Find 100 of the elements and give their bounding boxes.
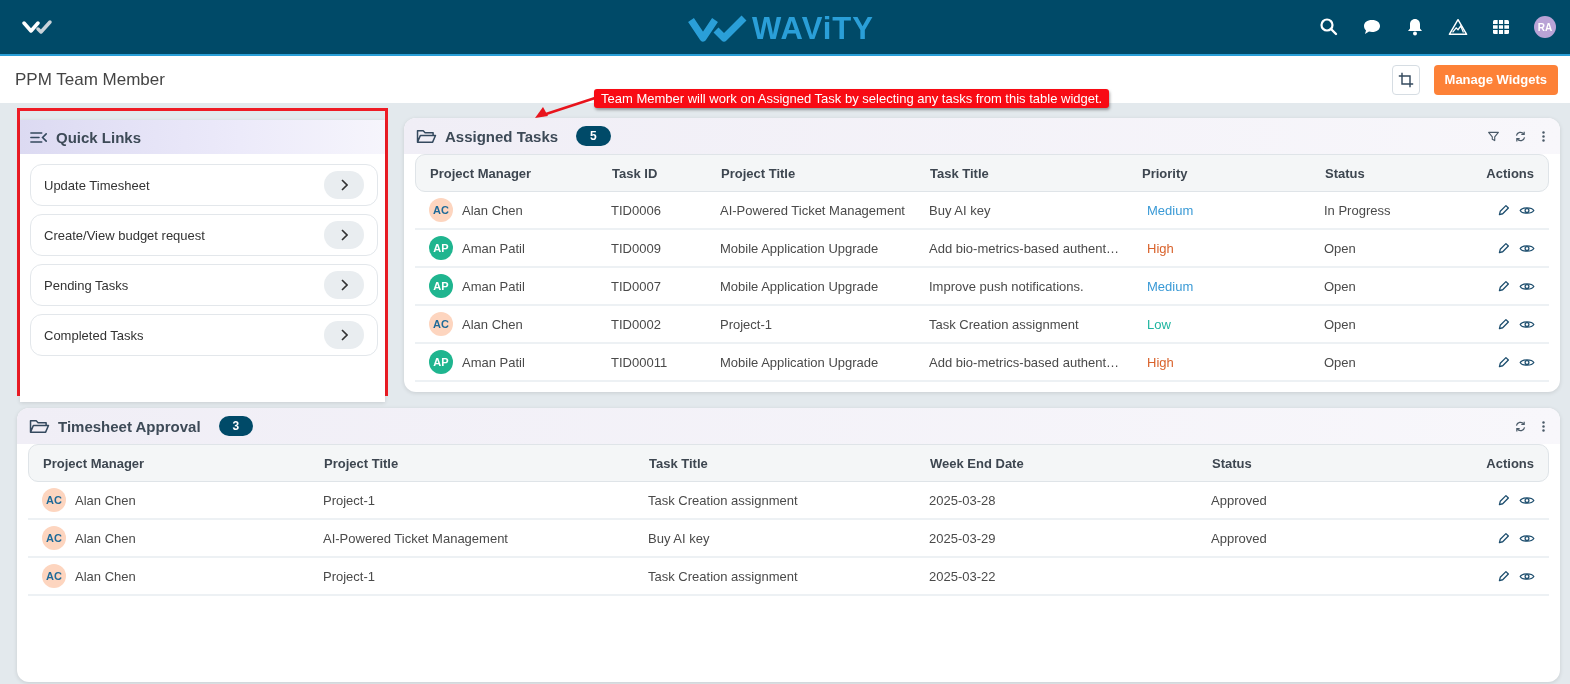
column-header: Status	[1212, 455, 1253, 471]
widget-title: Quick Links	[56, 128, 142, 146]
table-row[interactable]: AP Aman Patil TID0007 Mobile Application Upgrade Improve push notifications. Medium Open	[415, 268, 1549, 306]
table-row[interactable]: AC Alan Chen Project-1 Task Creation assignment 2025-03-22	[28, 558, 1549, 596]
pencil-icon[interactable]	[1497, 241, 1510, 255]
avatar: AC	[429, 312, 453, 336]
status: Open	[1324, 278, 1357, 294]
chevron-right-icon	[340, 279, 348, 291]
avatar: AC	[42, 526, 66, 550]
manager-name: Aman Patil	[462, 240, 525, 256]
menu-collapse-icon[interactable]	[30, 129, 48, 145]
avatar: AP	[429, 350, 453, 374]
table-row[interactable]: AP Aman Patil TID0009 Mobile Application Upgrade Add bio-metrics-based authent… High Open	[415, 230, 1549, 268]
grid-icon[interactable]	[1491, 17, 1511, 37]
search-icon[interactable]	[1319, 17, 1339, 37]
task-title: Task Creation assignment	[648, 568, 799, 584]
avatar: AP	[429, 236, 453, 260]
column-header: Actions	[1485, 165, 1534, 181]
more-options-icon[interactable]	[1541, 419, 1546, 433]
quick-link-item[interactable]: Update Timesheet	[30, 164, 378, 206]
priority-label: Low	[1146, 316, 1172, 332]
status: Approved	[1211, 492, 1268, 508]
avatar: AC	[42, 488, 66, 512]
quick-link-label: Pending Tasks	[44, 277, 129, 293]
column-header: Task Title	[930, 165, 990, 181]
chevron-button[interactable]	[324, 321, 364, 349]
task-title: Buy AI key	[648, 530, 711, 546]
priority-label: Medium	[1146, 278, 1195, 294]
column-header: Week End Date	[930, 455, 1025, 471]
column-header: Project Title	[324, 455, 400, 471]
task-title: Buy AI key	[929, 202, 992, 218]
table-row[interactable]: AC Alan Chen AI-Powered Ticket Management Buy AI key 2025-03-29 Approved	[28, 520, 1549, 558]
table-row[interactable]: AC Alan Chen TID0002 Project-1 Task Creation assignment Low Open	[415, 306, 1549, 344]
chevron-button[interactable]	[324, 221, 364, 249]
bell-icon[interactable]	[1405, 17, 1425, 37]
checkmarks-logo-icon	[688, 14, 748, 44]
week-end-date: 2025-03-22	[929, 568, 997, 584]
task-id: TID00011	[611, 354, 669, 370]
manager-name: Alan Chen	[75, 568, 136, 584]
task-title: Task Creation assignment	[648, 492, 799, 508]
priority-label: High	[1146, 240, 1175, 256]
chevron-button[interactable]	[324, 271, 364, 299]
pencil-icon[interactable]	[1497, 317, 1510, 331]
priority-label: High	[1146, 354, 1175, 370]
status: Open	[1324, 316, 1357, 332]
project-title: Mobile Application Upgrade	[720, 278, 880, 294]
quick-link-item[interactable]: Create/View budget request	[30, 214, 378, 256]
chevron-right-icon	[340, 179, 348, 191]
column-header: Actions	[1485, 455, 1534, 471]
pencil-icon[interactable]	[1497, 203, 1510, 217]
status: In Progress	[1324, 202, 1392, 218]
annotation-arrow	[533, 95, 597, 121]
task-id: TID0009	[611, 240, 662, 256]
project-title: Mobile Application Upgrade	[720, 240, 880, 256]
folder-icon	[29, 417, 50, 435]
quick-link-item[interactable]: Pending Tasks	[30, 264, 378, 306]
table-row[interactable]: AC Alan Chen Project-1 Task Creation assignment 2025-03-28 Approved	[28, 482, 1549, 520]
quick-link-label: Update Timesheet	[44, 177, 150, 193]
filter-icon[interactable]	[1487, 129, 1500, 143]
widget-title: Timesheet Approval	[58, 417, 201, 435]
refresh-icon[interactable]	[1514, 129, 1527, 143]
task-title: Improve push notifications.	[929, 278, 1085, 294]
project-title: Project-1	[323, 568, 377, 584]
priority-label: Medium	[1146, 202, 1195, 218]
column-header: Project Title	[721, 165, 797, 181]
pencil-icon[interactable]	[1497, 569, 1510, 583]
task-title: Add bio-metrics-based authent…	[929, 354, 1121, 370]
week-end-date: 2025-03-28	[929, 492, 997, 508]
manager-name: Alan Chen	[75, 492, 136, 508]
column-header: Priority	[1142, 165, 1189, 181]
avatar: AC	[42, 564, 66, 588]
task-title: Task Creation assignment	[929, 316, 1080, 332]
avatar: AC	[429, 198, 453, 222]
status: Open	[1324, 354, 1357, 370]
pencil-icon[interactable]	[1497, 493, 1510, 507]
manager-name: Aman Patil	[462, 278, 525, 294]
project-title: AI-Powered Ticket Management	[720, 202, 906, 218]
manager-name: Alan Chen	[462, 202, 523, 218]
manager-name: Alan Chen	[462, 316, 523, 332]
pencil-icon[interactable]	[1497, 355, 1510, 369]
widget-title: Assigned Tasks	[445, 127, 559, 145]
mountain-triangle-icon[interactable]	[1448, 17, 1468, 37]
column-header: Project Manager	[430, 165, 533, 181]
folder-icon	[416, 127, 437, 145]
crop-button[interactable]	[1391, 64, 1420, 95]
quick-link-item[interactable]: Completed Tasks	[30, 314, 378, 356]
task-id: TID0007	[611, 278, 662, 294]
week-end-date: 2025-03-29	[929, 530, 997, 546]
refresh-icon[interactable]	[1514, 419, 1527, 433]
pencil-icon[interactable]	[1497, 531, 1510, 545]
project-title: Mobile Application Upgrade	[720, 354, 880, 370]
column-header: Status	[1325, 165, 1366, 181]
table-row[interactable]: AP Aman Patil TID00011 Mobile Application Upgrade Add bio-metrics-based authent… High Open	[415, 344, 1549, 382]
chat-bubble-icon[interactable]	[1362, 17, 1382, 37]
pencil-icon[interactable]	[1497, 279, 1510, 293]
chevron-button[interactable]	[324, 171, 364, 199]
logo-text: WAViTY	[752, 11, 874, 47]
table-row[interactable]: AC Alan Chen TID0006 AI-Powered Ticket Management Buy AI key Medium In Progress	[415, 192, 1549, 230]
crop-icon	[1397, 71, 1414, 88]
more-options-icon[interactable]	[1541, 129, 1546, 143]
